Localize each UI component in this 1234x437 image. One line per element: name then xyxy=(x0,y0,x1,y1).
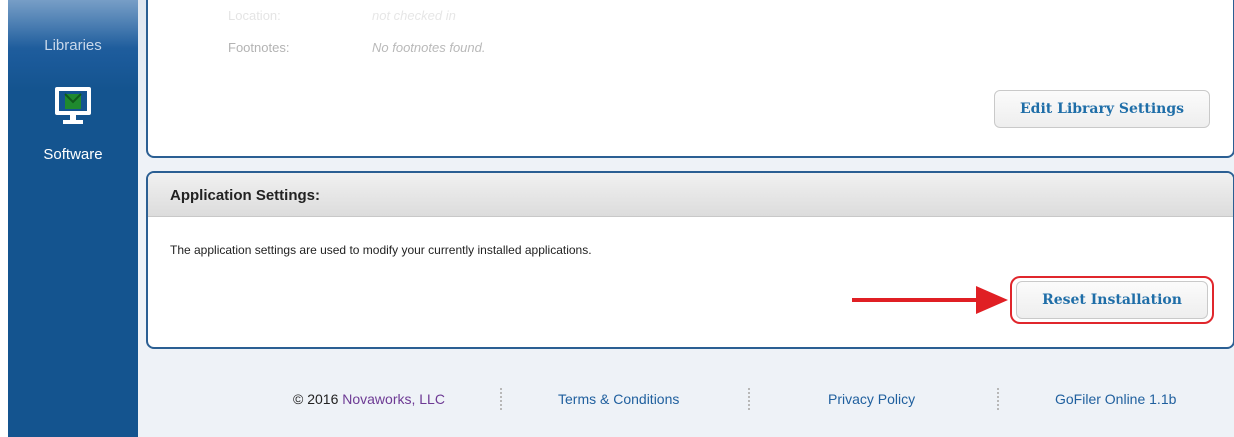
faded-row-label: Location: xyxy=(228,8,281,23)
library-panel: Location: not checked in Footnotes: No f… xyxy=(146,0,1234,158)
application-settings-panel: Application Settings: The application se… xyxy=(146,171,1234,349)
version-link[interactable]: GoFiler Online 1.1b xyxy=(1055,391,1176,407)
sidebar-item-libraries[interactable]: Libraries xyxy=(8,37,138,54)
terms-link[interactable]: Terms & Conditions xyxy=(558,391,679,407)
monitor-icon[interactable] xyxy=(54,86,92,126)
application-settings-title: Application Settings: xyxy=(170,187,320,204)
copyright: © 2016 Novaworks, LLC xyxy=(293,391,445,407)
company-link[interactable]: Novaworks, LLC xyxy=(342,391,445,407)
footer-divider xyxy=(748,388,750,412)
edit-library-settings-button[interactable]: Edit Library Settings xyxy=(994,90,1210,128)
footer: © 2016 Novaworks, LLC Terms & Conditions… xyxy=(138,380,1234,420)
sidebar: Libraries Software xyxy=(8,0,138,437)
reset-installation-button[interactable]: Reset Installation xyxy=(1016,281,1208,319)
footer-divider xyxy=(997,388,999,412)
copyright-prefix: © 2016 xyxy=(293,391,343,407)
application-settings-header: Application Settings: xyxy=(148,173,1233,217)
application-settings-description: The application settings are used to mod… xyxy=(170,243,592,257)
footer-divider xyxy=(500,388,502,412)
footnotes-value: No footnotes found. xyxy=(372,40,486,55)
sidebar-item-software[interactable]: Software xyxy=(8,146,138,163)
footnotes-label: Footnotes: xyxy=(228,40,290,55)
arrow-right-icon xyxy=(852,286,1008,314)
faded-row-value: not checked in xyxy=(372,8,456,23)
privacy-link[interactable]: Privacy Policy xyxy=(828,391,915,407)
